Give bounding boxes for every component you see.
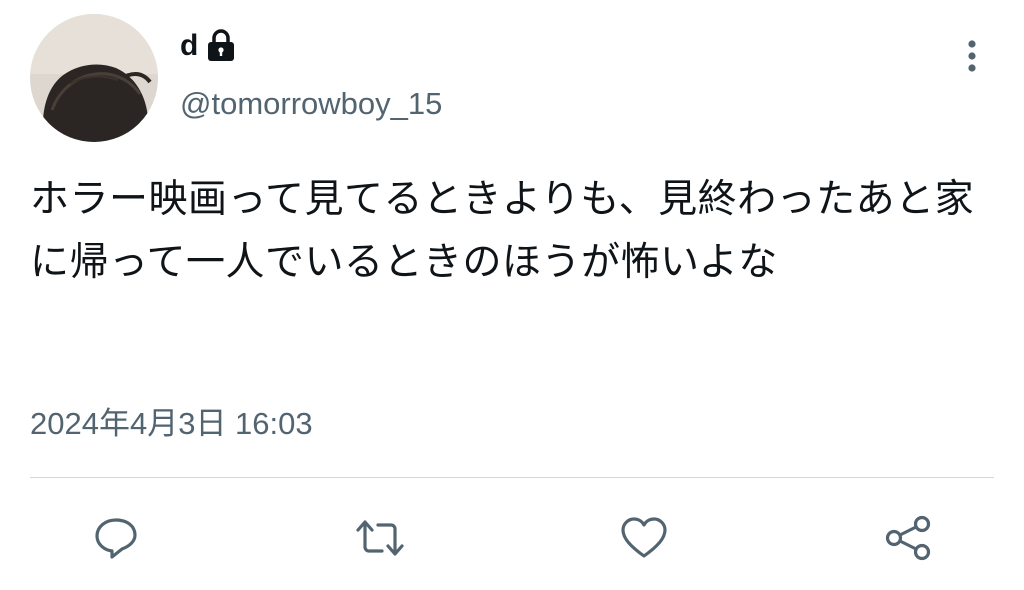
reply-button[interactable] (90, 512, 142, 564)
divider (30, 477, 994, 478)
like-icon (621, 517, 667, 558)
reply-icon (95, 518, 137, 559)
share-icon (885, 515, 931, 561)
name-row: d (180, 28, 236, 64)
profile-photo (30, 14, 158, 142)
avatar[interactable] (30, 14, 158, 142)
like-button[interactable] (618, 512, 670, 564)
handle[interactable]: @tomorrowboy_15 (180, 84, 442, 124)
tweet-text: ホラー映画って見てるときよりも、見終わったあと家に帰って一人でいるときのほうが怖… (30, 177, 975, 285)
display-name[interactable]: d (180, 28, 198, 64)
retweet-button[interactable] (354, 512, 406, 564)
retweet-icon (356, 520, 404, 556)
more-vertical-icon (968, 40, 976, 72)
more-options-button[interactable] (952, 36, 992, 76)
share-button[interactable] (882, 512, 934, 564)
timestamp[interactable]: 2024年4月3日 16:03 (30, 402, 313, 446)
lock-icon (206, 29, 236, 63)
